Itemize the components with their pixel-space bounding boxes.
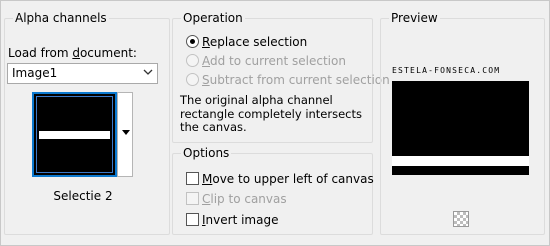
document-select[interactable]: Image1 — [7, 63, 158, 84]
invert-image-label[interactable]: Invert image — [202, 213, 278, 227]
preview-title: Preview — [389, 10, 440, 26]
transparency-toggle-icon[interactable] — [453, 211, 469, 227]
operation-title: Operation — [181, 10, 245, 26]
thumbnail-selection-stripe — [39, 131, 110, 139]
alpha-channel-thumbnail[interactable] — [32, 92, 117, 177]
operation-description: The original alpha channel rectangle com… — [180, 93, 363, 134]
thumbnail-dropdown-button[interactable] — [117, 92, 133, 177]
move-to-upper-left-label[interactable]: Move to upper left of canvas — [202, 172, 374, 186]
preview-image — [392, 81, 529, 175]
clip-to-canvas-label[interactable]: Clip to canvas — [202, 192, 287, 206]
move-to-upper-left-checkbox[interactable] — [186, 172, 199, 185]
preview-selection-stripe — [392, 156, 529, 166]
replace-selection-radio[interactable] — [186, 35, 199, 48]
invert-image-checkbox[interactable] — [186, 213, 199, 226]
selection-name-label: Selectie 2 — [53, 189, 113, 203]
add-to-selection-label[interactable]: Add to current selection — [202, 54, 346, 68]
options-title: Options — [181, 145, 232, 161]
preview-watermark: ESTELA-FONSECA.COM — [392, 66, 501, 75]
replace-selection-label[interactable]: Replace selection — [202, 35, 307, 49]
alpha-channel-picker[interactable] — [32, 92, 133, 180]
subtract-selection-radio[interactable] — [186, 73, 199, 86]
chevron-down-icon — [143, 69, 153, 75]
load-from-document-label: Load from document: — [8, 46, 137, 60]
clip-to-canvas-checkbox[interactable] — [186, 192, 199, 205]
dropdown-arrow-icon — [122, 130, 130, 135]
subtract-selection-label[interactable]: Subtract from current selection — [202, 73, 390, 87]
add-to-selection-radio[interactable] — [186, 54, 199, 67]
alpha-channels-title: Alpha channels — [13, 10, 109, 26]
document-select-value: Image1 — [12, 66, 58, 80]
